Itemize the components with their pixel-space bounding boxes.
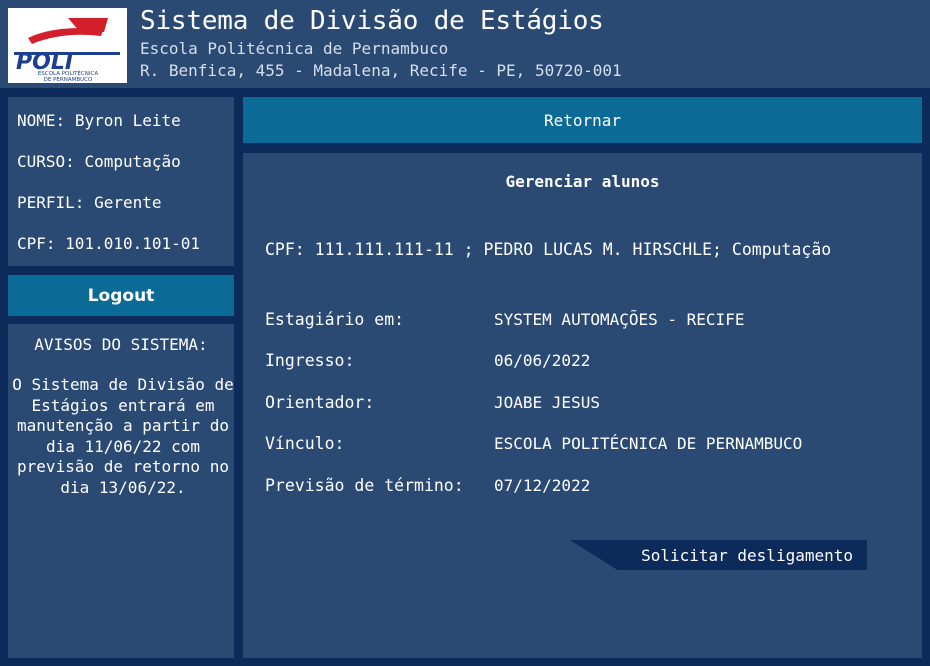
internship-company-value: SYSTEM AUTOMAÇÕES - RECIFE xyxy=(494,310,745,329)
affiliation-label: Vínculo: xyxy=(265,434,345,453)
user-cpf-value: 101.010.101-01 xyxy=(65,234,201,253)
start-date-value: 06/06/2022 xyxy=(494,351,591,370)
start-date-label: Ingresso: xyxy=(265,351,355,370)
user-info-panel: NOME: Byron Leite CURSO: Computação PERF… xyxy=(8,97,234,266)
institution-address: R. Benfica, 455 - Madalena, Recife - PE,… xyxy=(140,61,622,80)
internship-company-label: Estagiário em: xyxy=(265,310,405,329)
logout-button[interactable]: Logout xyxy=(8,275,234,316)
page-title: Sistema de Divisão de Estágios xyxy=(140,6,604,36)
user-name-value: Byron Leite xyxy=(74,111,181,130)
svg-text:ESCOLA POLITÉCNICA: ESCOLA POLITÉCNICA xyxy=(38,69,98,77)
notices-title: AVISOS DO SISTEMA: xyxy=(34,335,208,354)
user-cpf-row: CPF: 101.010.101-01 xyxy=(17,234,200,253)
user-profile-label: PERFIL: xyxy=(17,193,85,212)
svg-text:DE PERNAMBUCO: DE PERNAMBUCO xyxy=(44,77,93,83)
end-date-label: Previsão de término: xyxy=(265,476,464,495)
notices-text: O Sistema de Divisão de Estágios entrará… xyxy=(12,375,234,497)
return-button[interactable]: Retornar xyxy=(243,97,922,143)
advisor-value: JOABE JESUS xyxy=(494,393,600,412)
user-course-value: Computação xyxy=(84,152,181,171)
user-profile-value: Gerente xyxy=(94,193,162,212)
affiliation-value: ESCOLA POLITÉCNICA DE PERNAMBUCO xyxy=(494,434,803,453)
section-title: Gerenciar alunos xyxy=(505,172,660,191)
user-name-label: NOME: xyxy=(17,111,66,130)
user-profile-row: PERFIL: Gerente xyxy=(17,193,162,212)
student-summary: CPF: 111.111.111-11 ; PEDRO LUCAS M. HIR… xyxy=(265,240,832,259)
manage-students-panel: Gerenciar alunos CPF: 111.111.111-11 ; P… xyxy=(243,153,922,658)
system-notices-panel: AVISOS DO SISTEMA: O Sistema de Divisão … xyxy=(8,324,234,658)
user-cpf-label: CPF: xyxy=(17,234,56,253)
end-date-value: 07/12/2022 xyxy=(494,476,591,495)
institution-name: Escola Politécnica de Pernambuco xyxy=(140,39,449,58)
user-name-row: NOME: Byron Leite xyxy=(17,111,181,130)
poli-logo: POLI ESCOLA POLITÉCNICA DE PERNAMBUCO xyxy=(8,8,127,83)
request-termination-button[interactable]: Solicitar desligamento xyxy=(570,540,867,570)
header: POLI ESCOLA POLITÉCNICA DE PERNAMBUCO Si… xyxy=(0,0,930,88)
user-course-row: CURSO: Computação xyxy=(17,152,181,171)
user-course-label: CURSO: xyxy=(17,152,75,171)
advisor-label: Orientador: xyxy=(265,393,375,412)
